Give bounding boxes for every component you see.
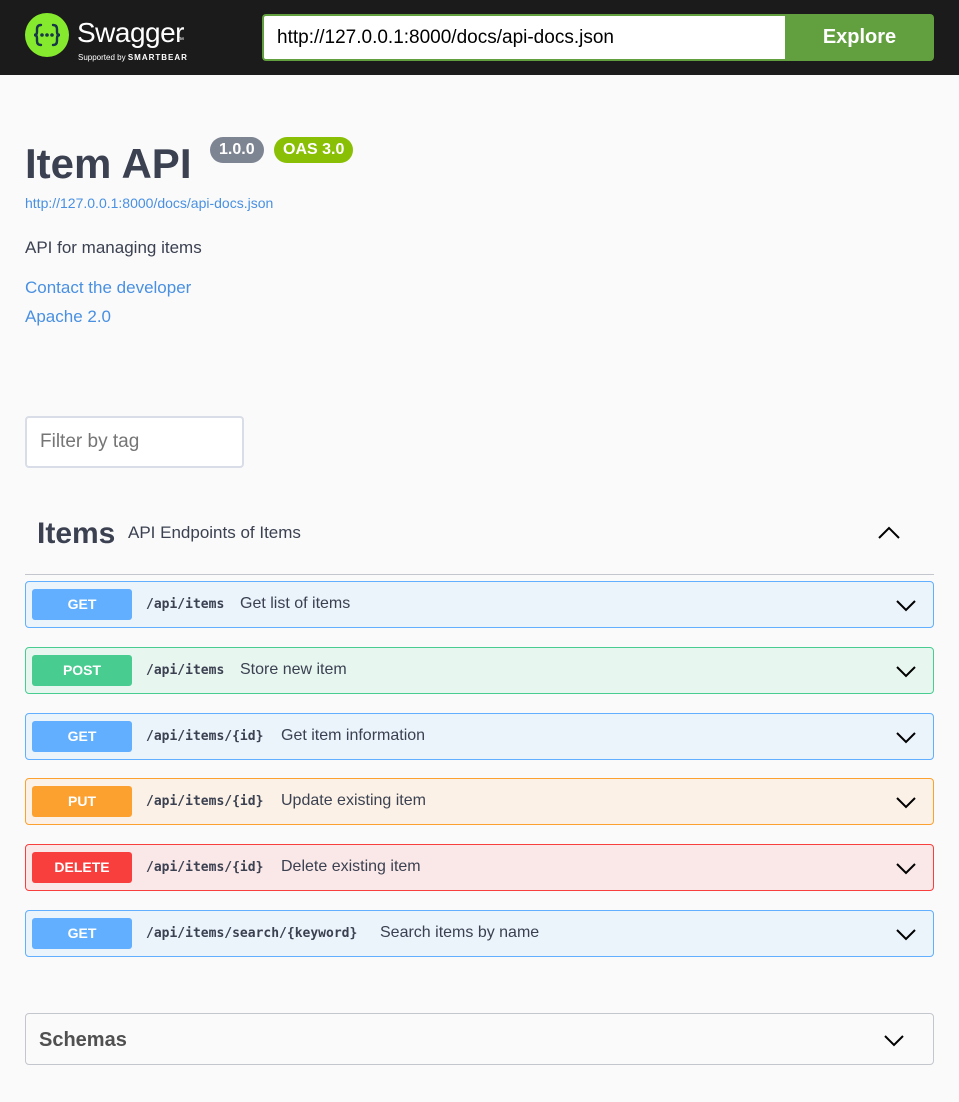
oas-badge: OAS 3.0 [274,137,354,163]
operation-post-items[interactable]: POST /api/items Store new item [25,647,934,694]
spec-url-link[interactable]: http://127.0.0.1:8000/docs/api-docs.json [25,195,273,211]
logo-subtitle: Supported by SMARTBEAR [78,53,188,62]
schemas-title: Schemas [39,1029,127,1051]
operation-path: /api/items/{id} [146,860,264,875]
swagger-logo[interactable]: Swagger ™ Supported by SMARTBEAR [25,13,215,63]
chevron-down-icon[interactable] [894,659,918,683]
method-badge: PUT [32,786,132,817]
tag-description: API Endpoints of Items [128,523,301,542]
operation-path: /api/items [146,597,225,612]
operation-delete-item[interactable]: DELETE /api/items/{id} Delete existing i… [25,844,934,891]
api-title: Item API [25,140,192,187]
schemas-section[interactable]: Schemas [25,1013,934,1065]
method-badge: GET [32,721,132,752]
operation-get-items[interactable]: GET /api/items Get list of items [25,581,934,628]
operation-search-items[interactable]: GET /api/items/search/{keyword} Search i… [25,910,934,957]
version-badge: 1.0.0 [210,137,264,163]
method-badge: DELETE [32,852,132,883]
operation-path: /api/items/search/{keyword} [146,926,358,941]
chevron-down-icon[interactable] [894,725,918,749]
method-badge: GET [32,589,132,620]
operation-summary: Store new item [240,661,347,678]
contact-developer-link[interactable]: Contact the developer [25,278,191,298]
method-badge: GET [32,918,132,949]
logo-title: Swagger [77,17,185,48]
logo-trademark: ™ [177,37,184,44]
chevron-up-icon[interactable] [875,519,903,547]
tag-name: Items [37,517,116,550]
download-url-form: http://127.0.0.1:8000/docs/api-docs.json… [262,14,934,61]
chevron-down-icon[interactable] [894,856,918,880]
explore-button[interactable]: Explore [785,14,934,61]
chevron-down-icon[interactable] [894,922,918,946]
chevron-down-icon[interactable] [894,790,918,814]
swagger-logo-icon [25,13,69,57]
operation-get-item-by-id[interactable]: GET /api/items/{id} Get item information [25,713,934,760]
operation-summary: Delete existing item [281,858,421,875]
method-badge: POST [32,655,132,686]
logo-sub-prefix: Supported by [78,53,126,62]
operation-summary: Get item information [281,727,426,744]
operation-put-item[interactable]: PUT /api/items/{id} Update existing item [25,778,934,825]
tag-section-items[interactable]: Items API Endpoints of Items [25,505,934,575]
license-link[interactable]: Apache 2.0 [25,307,111,327]
api-description: API for managing items [25,238,202,257]
operation-summary: Search items by name [380,924,540,941]
spec-url-input[interactable]: http://127.0.0.1:8000/docs/api-docs.json [262,14,785,61]
filter-by-tag-input[interactable]: Filter by tag [25,416,244,468]
chevron-down-icon[interactable] [894,593,918,617]
chevron-down-icon[interactable] [882,1028,906,1052]
operation-path: /api/items [146,663,225,678]
topbar: Swagger ™ Supported by SMARTBEAR http://… [0,0,959,75]
logo-sub-brand: SMARTBEAR [127,53,188,62]
operation-summary: Get list of items [240,595,351,612]
operation-path: /api/items/{id} [146,794,264,809]
operation-summary: Update existing item [281,792,426,809]
operation-path: /api/items/{id} [146,729,264,744]
